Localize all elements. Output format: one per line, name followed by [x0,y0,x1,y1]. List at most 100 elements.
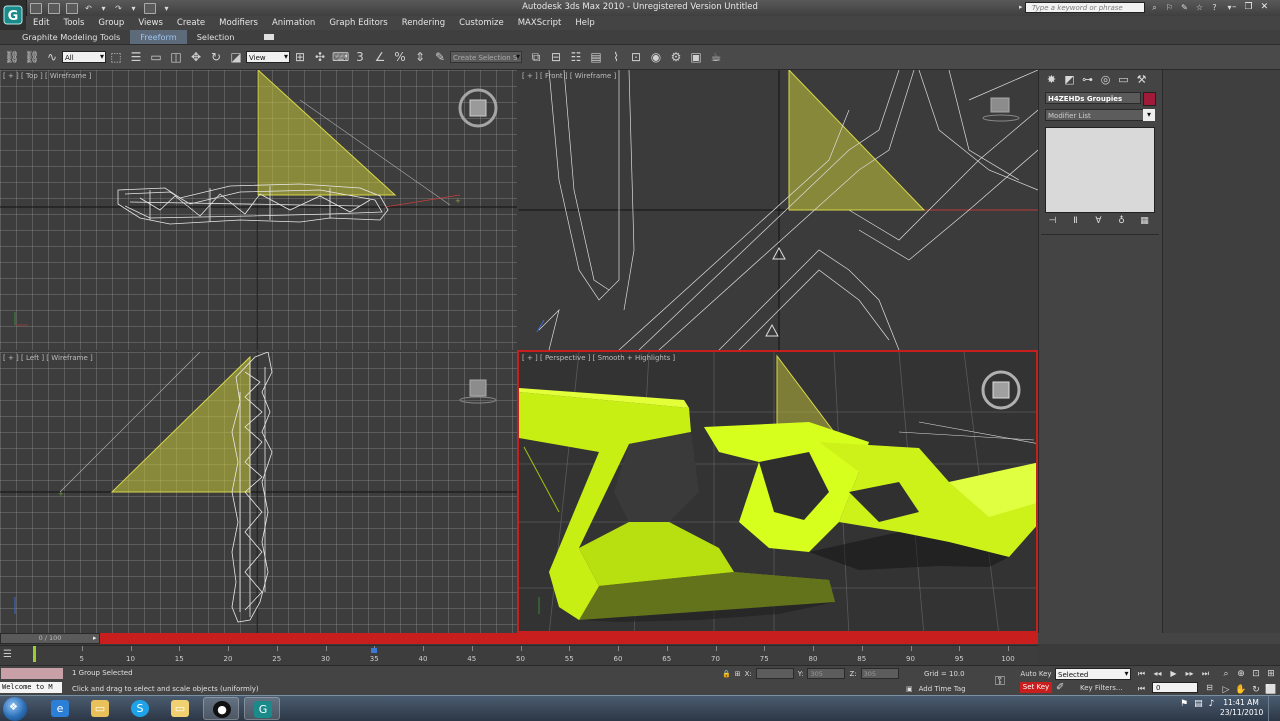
keyboard-shortcut-override-icon[interactable]: ⌨ [332,49,349,65]
taskbar-internet-explorer[interactable]: e [42,697,78,720]
go-to-start-icon[interactable]: ⏮ [1136,668,1147,679]
viewport-top[interactable]: [ + ] [ Top ] [ Wireframe ] + [0,70,517,350]
layer-manager-icon[interactable]: ☷ [568,49,584,65]
selection-set-dropdown[interactable]: Selected [1055,668,1131,680]
menu-customize[interactable]: Customize [452,16,511,30]
material-editor-icon[interactable]: ◉ [648,49,664,65]
maxscript-listener-output[interactable] [1,668,63,679]
current-frame-marker[interactable] [371,648,378,653]
pan-view-icon[interactable]: ✋ [1235,684,1247,696]
chevron-down-icon[interactable]: ▾ [1122,668,1131,680]
field-of-view-icon[interactable]: ▷ [1220,684,1232,696]
viewcube-icon[interactable] [458,88,498,128]
track-bar[interactable]: ☰ 5 10 15 20 25 30 35 40 45 50 55 60 65 70 75 80 85 90 95 1… [0,645,1038,666]
motion-panel-icon[interactable]: ◎ [1099,73,1112,86]
select-and-manipulate-icon[interactable]: ✣ [312,49,328,65]
network-icon[interactable]: ▤ [1194,699,1203,709]
mirror-icon[interactable]: ⧉ [528,49,544,65]
rectangular-selection-icon[interactable]: ▭ [148,49,164,65]
percent-snap-icon[interactable]: % [392,49,408,65]
modifier-stack-list[interactable] [1045,127,1155,213]
menu-modifiers[interactable]: Modifiers [212,16,265,30]
favorites-icon[interactable]: ☆ [1195,3,1204,12]
search-expand-icon[interactable]: ▸ [1019,3,1023,11]
remove-modifier-icon[interactable]: ♁ [1116,216,1127,227]
start-button[interactable]: ❖ [3,697,27,721]
viewcube-icon[interactable] [458,370,498,410]
project-folder-icon[interactable] [144,3,156,14]
graphite-toggle-icon[interactable]: ▤ [588,49,604,65]
search-input[interactable]: Type a keyword or phrase [1025,2,1145,13]
angle-snap-icon[interactable]: ∠ [372,49,388,65]
show-end-result-icon[interactable]: Ⅱ [1070,216,1081,227]
render-setup-icon[interactable]: ⚙ [668,49,684,65]
rendered-frame-window-icon[interactable]: ▣ [688,49,704,65]
binoculars-icon[interactable]: ⌕ [1150,3,1159,12]
new-file-icon[interactable] [30,3,42,14]
viewport-perspective[interactable]: [ + ] [ Perspective ] [ Smooth + Highlig… [517,350,1038,633]
select-and-rotate-icon[interactable]: ↻ [208,49,224,65]
select-by-name-icon[interactable]: ☰ [128,49,144,65]
current-frame-field[interactable]: 0 [1152,682,1198,693]
lock-icon[interactable]: 🔒 [722,670,731,678]
absolute-relative-toggle-icon[interactable]: ⊞ [735,670,741,678]
orbit-icon[interactable]: ↻ [1250,684,1262,696]
make-unique-icon[interactable]: ∀ [1093,216,1104,227]
save-file-icon[interactable] [66,3,78,14]
modify-panel-icon[interactable]: ◩ [1063,73,1076,86]
select-and-scale-icon[interactable]: ◪ [228,49,244,65]
next-frame-icon[interactable]: ▸▸ [1184,668,1195,679]
y-coordinate-field[interactable]: 305 [807,668,846,679]
key-filters-button[interactable]: Key Filters... [1080,684,1123,692]
show-desktop-button[interactable] [1268,696,1280,721]
open-file-icon[interactable] [48,3,60,14]
menu-edit[interactable]: Edit [26,16,56,30]
tab-graphite-modeling-tools[interactable]: Graphite Modeling Tools [12,30,130,44]
menu-graph-editors[interactable]: Graph Editors [322,16,394,30]
menu-maxscript[interactable]: MAXScript [511,16,569,30]
viewport-label[interactable]: [ + ] [ Top ] [ Wireframe ] [3,72,91,80]
undo-dropdown-icon[interactable]: ▾ [99,4,108,13]
bind-to-space-warp-icon[interactable]: ∿ [44,49,60,65]
menu-help[interactable]: Help [568,16,601,30]
selection-filter-dropdown[interactable]: All [62,51,106,63]
unlink-selection-icon[interactable]: ⛓ [24,49,40,65]
undo-icon[interactable]: ↶ [84,4,93,13]
pin-stack-icon[interactable]: ⊣ [1047,216,1058,227]
play-icon[interactable]: ▶ [1168,668,1179,679]
select-and-link-icon[interactable]: ⛓ [4,49,20,65]
taskbar-explorer-2[interactable]: ▭ [162,697,198,720]
qat-dropdown-icon[interactable]: ▾ [162,4,171,13]
zoom-extents-all-icon[interactable]: ⊞ [1265,668,1277,680]
restore-button[interactable]: ❐ [1245,2,1253,12]
menu-group[interactable]: Group [91,16,131,30]
timeline-ruler[interactable]: 5 10 15 20 25 30 35 40 45 50 55 60 65 70 75 80 85 90 95 100 [33,646,1015,666]
hierarchy-panel-icon[interactable]: ⊶ [1081,73,1094,86]
menu-rendering[interactable]: Rendering [395,16,452,30]
tab-selection[interactable]: Selection [187,30,245,44]
modifier-list-dropdown[interactable]: Modifier List [1045,109,1155,121]
mini-curve-editor-icon[interactable]: ☰ [3,649,17,661]
menu-animation[interactable]: Animation [265,16,322,30]
create-panel-icon[interactable]: ✸ [1045,73,1058,86]
configure-modifier-sets-icon[interactable]: ▦ [1139,216,1150,227]
taskbar-media-app[interactable]: ● [203,697,239,720]
tab-freeform[interactable]: Freeform [130,30,187,44]
menu-tools[interactable]: Tools [56,16,91,30]
taskbar-3dsmax[interactable]: G [244,697,280,720]
object-color-swatch[interactable] [1143,92,1156,106]
viewport-label[interactable]: [ + ] [ Front ] [ Wireframe ] [522,72,616,80]
display-panel-icon[interactable]: ▭ [1117,73,1130,86]
maxscript-mini-listener[interactable]: Welcome to M [0,682,62,693]
viewport-label[interactable]: [ + ] [ Left ] [ Wireframe ] [3,354,93,362]
time-tag-icon[interactable]: ▣ [906,685,913,693]
previous-frame-icon[interactable]: ◂◂ [1152,668,1163,679]
communication-center-icon[interactable]: ✎ [1180,3,1189,12]
pivot-center-icon[interactable]: ⊞ [292,49,308,65]
menu-views[interactable]: Views [131,16,170,30]
system-clock[interactable]: 11:41 AM 23/11/2010 [1220,698,1263,718]
align-icon[interactable]: ⊟ [548,49,564,65]
z-coordinate-field[interactable]: 305 [860,668,899,679]
ribbon-minimize-icon[interactable] [264,34,275,40]
reference-coordinate-dropdown[interactable]: View [246,51,290,63]
